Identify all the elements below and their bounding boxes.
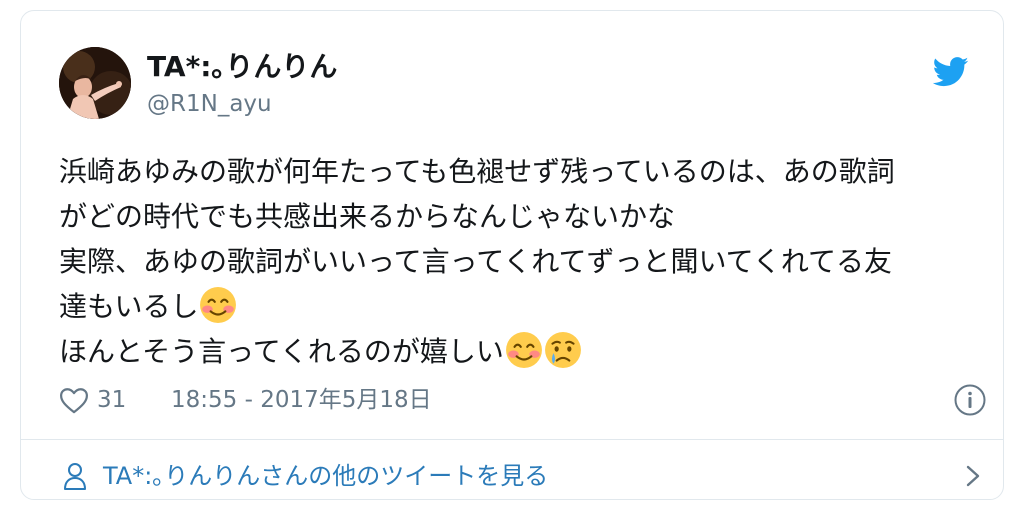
- tweet-text-line: がどの時代でも共感出来るからなんじゃないかな: [59, 200, 676, 233]
- tweet-text: 浜崎あゆみの歌が何年たっても色褪せず残っているのは、あの歌詞 がどの時代でも共感…: [59, 149, 979, 374]
- tweet-text-line: 浜崎あゆみの歌が何年たっても色褪せず残っているのは、あの歌詞: [59, 155, 895, 188]
- twitter-bird-icon[interactable]: [933, 57, 969, 87]
- more-tweets-link[interactable]: TA*:｡りんりんさんの他のツイートを見る: [103, 456, 548, 496]
- more-tweets-row[interactable]: TA*:｡りんりんさんの他のツイートを見る: [59, 456, 987, 496]
- info-icon[interactable]: [953, 383, 987, 417]
- smiling-blush-emoji: [505, 332, 542, 368]
- tweet-text-segment: 達もいるし: [59, 290, 199, 323]
- tweet-header: TA*:｡りんりん @R1N_ayu: [59, 47, 969, 127]
- tweet-meta: 31 18:55 - 2017年5月18日: [59, 383, 987, 417]
- crying-face-emoji: [544, 332, 581, 368]
- avatar[interactable]: [59, 47, 131, 119]
- tweet-text-segment: ほんとそう言ってくれるのが嬉しい: [59, 335, 504, 368]
- smiling-blush-emoji: [200, 287, 237, 323]
- heart-icon[interactable]: [59, 387, 89, 414]
- tweet-timestamp[interactable]: 18:55 - 2017年5月18日: [171, 383, 432, 417]
- embedded-tweet-card: TA*:｡りんりん @R1N_ayu 浜崎あゆみの歌が何年たっても色褪せず残って…: [20, 10, 1004, 500]
- display-name[interactable]: TA*:｡りんりん: [147, 49, 337, 85]
- like-count[interactable]: 31: [97, 383, 126, 417]
- tweet-text-line-with-emoji: ほんとそう言ってくれるのが嬉しい: [59, 329, 979, 374]
- chevron-right-icon[interactable]: [965, 464, 981, 488]
- user-handle[interactable]: @R1N_ayu: [147, 89, 272, 119]
- divider: [21, 439, 1003, 440]
- tweet-text-line-with-emoji: 達もいるし: [59, 284, 979, 329]
- person-icon: [64, 463, 86, 490]
- tweet-text-line: 実際、あゆの歌詞がいいって言ってくれてずっと聞いてくれてる友: [59, 245, 893, 278]
